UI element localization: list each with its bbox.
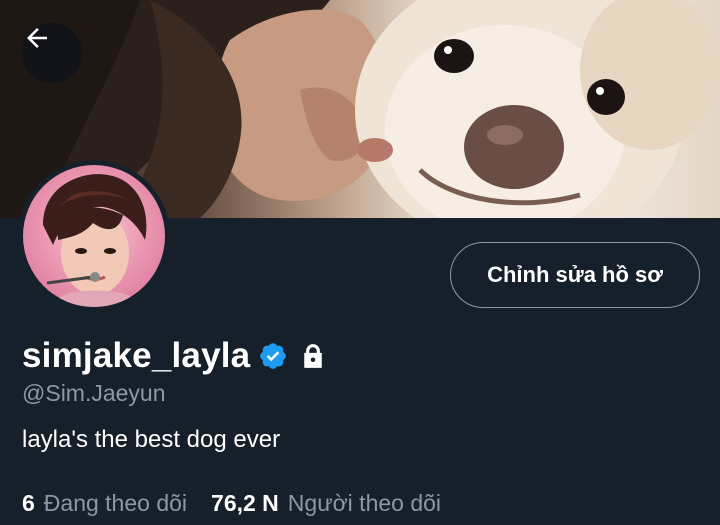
verified-badge-icon[interactable] [258, 341, 288, 371]
edit-profile-button[interactable]: Chỉnh sửa hồ sơ [450, 242, 700, 308]
back-button[interactable] [22, 23, 82, 83]
followers-stat[interactable]: 76,2 N Người theo dõi [211, 490, 441, 517]
following-label: Đang theo dõi [43, 490, 188, 516]
display-name: simjake_layla [22, 336, 251, 375]
profile-avatar[interactable] [18, 160, 170, 312]
profile-bio: layla's the best dog ever [22, 426, 281, 453]
following-stat[interactable]: 6 Đang theo dõi [22, 490, 187, 517]
arrow-left-icon [27, 28, 47, 48]
display-name-row: simjake_layla [22, 332, 328, 380]
avatar-image [23, 165, 165, 307]
lock-icon [298, 341, 328, 371]
profile-screen: Chỉnh sửa hồ sơ simjake_layla @Sim.Jaeyu… [0, 0, 720, 525]
followers-count: 76,2 N [211, 490, 279, 516]
following-count: 6 [22, 490, 35, 516]
follow-stats: 6 Đang theo dõi 76,2 N Người theo dõi [22, 490, 441, 517]
avatar-illustration [43, 174, 147, 307]
edit-profile-label: Chỉnh sửa hồ sơ [487, 262, 663, 287]
followers-label: Người theo dõi [287, 490, 442, 516]
user-handle: @Sim.Jaeyun [22, 380, 166, 406]
